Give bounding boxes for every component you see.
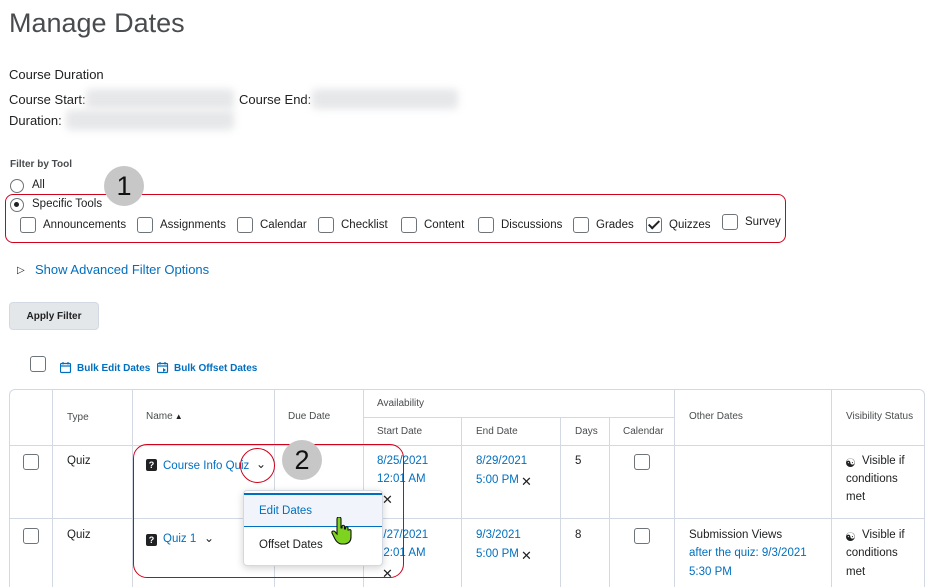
checkbox-survey-label: Survey: [745, 216, 781, 228]
clear-date-icon[interactable]: ✕: [521, 548, 532, 564]
annotation-circle-chevron: [240, 448, 275, 483]
visibility-text: met: [846, 566, 866, 578]
header-start-date: Start Date: [377, 426, 423, 437]
show-advanced-filter-link[interactable]: Show Advanced Filter Options: [35, 262, 209, 277]
days-value: 8: [575, 529, 582, 541]
header-end-date: End Date: [476, 426, 518, 437]
context-menu: Edit Dates Offset Dates: [243, 490, 383, 566]
duration-value-redacted: [66, 110, 234, 130]
menu-item-edit-dates[interactable]: Edit Dates: [244, 493, 382, 527]
visibility-text: conditions: [846, 547, 898, 559]
col-divider: [609, 417, 610, 587]
calendar-edit-icon: [60, 362, 72, 374]
col-divider: [52, 389, 53, 587]
other-dates-label: Submission Views: [689, 529, 783, 541]
checkbox-grades[interactable]: [573, 217, 589, 233]
calendar-offset-icon: [157, 362, 169, 374]
duration-label: Duration:: [9, 113, 62, 128]
course-start-value-redacted: [86, 89, 234, 109]
checkbox-announcements-label: Announcements: [43, 219, 127, 231]
row-type: Quiz: [67, 455, 91, 467]
row-select-checkbox[interactable]: [23, 454, 39, 470]
header-name[interactable]: Name ▲: [146, 411, 183, 422]
course-end-value-redacted: [312, 89, 458, 109]
header-other-dates: Other Dates: [689, 411, 743, 422]
visibility-conditions-icon: ☯: [845, 530, 856, 544]
other-dates-time[interactable]: 5:30 PM: [689, 563, 732, 582]
select-all-checkbox[interactable]: [30, 356, 46, 372]
header-days: Days: [575, 426, 598, 437]
availability-subheader-divider: [364, 417, 674, 418]
days-value: 5: [575, 455, 582, 467]
checkbox-checklist-label: Checklist: [341, 219, 388, 231]
checkbox-survey[interactable]: [722, 214, 738, 230]
hand-pointer-cursor-icon: [331, 517, 352, 545]
page-title: Manage Dates: [9, 8, 185, 38]
header-type: Type: [67, 412, 89, 423]
triangle-right-icon[interactable]: ▷: [17, 265, 25, 276]
checkbox-quizzes[interactable]: [646, 217, 662, 233]
bulk-edit-dates-button[interactable]: Bulk Edit Dates: [60, 362, 150, 374]
col-divider: [674, 389, 675, 587]
end-time[interactable]: 5:00 PM: [476, 471, 519, 490]
other-dates-link[interactable]: after the quiz: 9/3/2021: [689, 544, 807, 563]
bulk-edit-dates-label: Bulk Edit Dates: [77, 362, 151, 374]
checkbox-announcements[interactable]: [20, 217, 36, 233]
checkbox-grades-label: Grades: [596, 219, 634, 231]
end-date[interactable]: 9/3/2021: [476, 526, 521, 545]
course-start-label: Course Start:: [9, 92, 86, 107]
checkbox-discussions[interactable]: [478, 217, 494, 233]
checkbox-assignments[interactable]: [137, 217, 153, 233]
bulk-offset-dates-label: Bulk Offset Dates: [174, 362, 258, 374]
checkbox-calendar-label: Calendar: [260, 219, 307, 231]
annotation-badge-2: 2: [282, 440, 322, 480]
visibility-text: Visible if: [862, 529, 905, 541]
end-date[interactable]: 8/29/2021: [476, 452, 527, 471]
visibility-text: conditions: [846, 473, 898, 485]
filter-by-tool-label: Filter by Tool: [10, 159, 73, 170]
calendar-checkbox[interactable]: [634, 528, 650, 544]
apply-filter-button[interactable]: Apply Filter: [9, 302, 99, 330]
annotation-badge-1: 1: [104, 166, 144, 206]
radio-all-label: All: [32, 179, 45, 191]
visibility-conditions-icon: ☯: [845, 456, 856, 470]
header-name-label: Name: [146, 411, 173, 422]
visibility-text: Visible if: [862, 455, 905, 467]
checkbox-assignments-label: Assignments: [160, 219, 226, 231]
visibility-text: met: [846, 491, 866, 503]
header-due-date: Due Date: [288, 411, 331, 422]
checkbox-discussions-label: Discussions: [501, 219, 563, 231]
bulk-offset-dates-button[interactable]: Bulk Offset Dates: [157, 362, 257, 374]
menu-item-offset-dates[interactable]: Offset Dates: [244, 528, 382, 562]
course-duration-heading: Course Duration: [9, 67, 104, 82]
col-divider: [560, 417, 561, 587]
row-type: Quiz: [67, 529, 91, 541]
col-divider: [831, 389, 832, 587]
checkbox-content[interactable]: [401, 217, 417, 233]
course-end-label: Course End:: [239, 92, 312, 107]
end-time[interactable]: 5:00 PM: [476, 545, 519, 564]
header-visibility-status: Visibility Status: [846, 411, 914, 422]
checkbox-checklist[interactable]: [318, 217, 334, 233]
header-calendar: Calendar: [623, 426, 664, 437]
col-divider: [461, 417, 462, 587]
checkbox-content-label: Content: [424, 219, 465, 231]
clear-date-icon[interactable]: ✕: [521, 474, 532, 490]
radio-all[interactable]: [10, 179, 24, 193]
sort-ascending-icon: ▲: [174, 412, 183, 421]
checkbox-quizzes-label: Quizzes: [669, 219, 711, 231]
calendar-checkbox[interactable]: [634, 454, 650, 470]
checkbox-calendar[interactable]: [237, 217, 253, 233]
row-select-checkbox[interactable]: [23, 528, 39, 544]
header-availability: Availability: [377, 398, 425, 409]
